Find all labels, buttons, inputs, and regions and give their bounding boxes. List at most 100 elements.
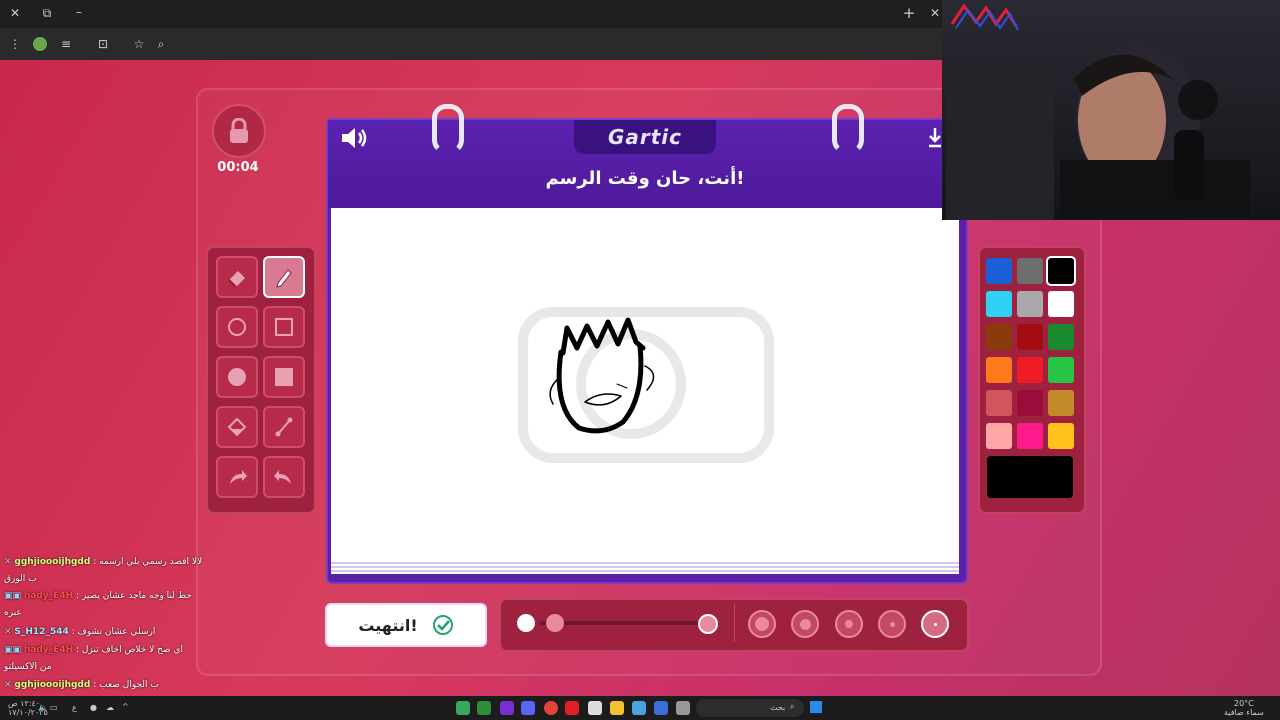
xbox-icon[interactable] <box>477 701 491 715</box>
eraser-icon <box>228 271 245 288</box>
webcam-feed <box>946 3 1250 220</box>
volume-icon[interactable]: 🔈 <box>38 703 48 712</box>
file-explorer-icon[interactable] <box>610 701 624 715</box>
square-filled-tool[interactable] <box>263 356 305 398</box>
color-swatch[interactable] <box>1048 291 1074 317</box>
new-tab-icon[interactable]: + <box>901 6 917 22</box>
brush-size-1[interactable] <box>921 610 949 638</box>
color-swatch[interactable] <box>1017 390 1043 416</box>
color-swatch[interactable] <box>986 357 1012 383</box>
color-swatch[interactable] <box>1048 324 1074 350</box>
bookmark-star-icon[interactable]: ☆ <box>131 37 147 53</box>
color-swatch[interactable] <box>986 390 1012 416</box>
color-swatch[interactable] <box>986 291 1012 317</box>
chat-message-cont: ب الورق <box>4 574 37 584</box>
panel-divider <box>734 604 735 642</box>
gartic-logo: Gartic <box>607 125 683 149</box>
square-outline-tool[interactable] <box>263 306 305 348</box>
draw-prompt-title: أنت، حان وقت الرسم! <box>545 168 745 189</box>
chrome-icon[interactable] <box>544 701 558 715</box>
color-swatch[interactable] <box>986 423 1012 449</box>
square-outline-icon <box>275 318 293 336</box>
network-icon[interactable]: ▭ <box>50 703 58 712</box>
tab-close-icon[interactable]: ✕ <box>927 6 943 22</box>
fill-bucket-tool[interactable] <box>216 406 258 448</box>
weather-temp[interactable]: 20°C <box>1234 699 1254 708</box>
brush-size-4[interactable] <box>791 610 819 638</box>
chat-message: ✕ gghjioooijhgdd : ب الجوال صعب <box>4 680 159 690</box>
color-swatch[interactable] <box>1017 258 1043 284</box>
app-icon[interactable] <box>632 701 646 715</box>
weather-desc[interactable]: سماء صافية <box>1224 708 1264 717</box>
circle-outline-tool[interactable] <box>216 306 258 348</box>
download-icon[interactable] <box>928 128 942 148</box>
opacity-slider-track[interactable] <box>540 621 700 625</box>
brush-size-5[interactable] <box>748 610 776 638</box>
lock-button[interactable] <box>212 104 266 158</box>
language-indicator[interactable]: ع <box>72 703 77 712</box>
color-swatch[interactable] <box>1017 357 1043 383</box>
brush-size-3[interactable] <box>835 610 863 638</box>
clock-time[interactable]: ١٢:٤٠ ص <box>8 699 40 708</box>
mic-icon[interactable]: ● <box>90 703 97 712</box>
line-tool[interactable] <box>263 406 305 448</box>
brush-size-2[interactable] <box>878 610 906 638</box>
color-swatch[interactable] <box>1048 390 1074 416</box>
sound-button[interactable] <box>340 126 368 154</box>
binder-ring-left <box>432 104 464 154</box>
color-swatch[interactable] <box>1048 423 1074 449</box>
extension-icon[interactable] <box>33 37 47 51</box>
search-icon[interactable]: ⌕ <box>153 37 169 53</box>
search-icon: ⌕ <box>790 702 795 711</box>
timer: 00:04 <box>217 160 259 175</box>
color-swatch[interactable] <box>1017 423 1043 449</box>
circle-filled-tool[interactable] <box>216 356 258 398</box>
opacity-slider-handle[interactable] <box>546 614 564 632</box>
app-icon[interactable] <box>500 701 514 715</box>
taskbar-search-box[interactable] <box>696 699 804 717</box>
color-swatch[interactable] <box>1046 256 1076 286</box>
speaker-icon <box>342 128 367 148</box>
opacity-min-dot <box>517 614 535 632</box>
app-icon[interactable] <box>456 701 470 715</box>
color-swatch[interactable] <box>986 258 1012 284</box>
circle-filled-icon <box>228 368 246 386</box>
current-color-preview <box>987 456 1073 498</box>
paper-edge <box>331 560 959 574</box>
drawing-canvas[interactable] <box>331 208 959 560</box>
redo-tool[interactable] <box>263 456 305 498</box>
discord-icon[interactable] <box>521 701 535 715</box>
reading-list-icon[interactable]: ≡ <box>58 37 74 53</box>
fill-bucket-icon <box>227 417 247 437</box>
color-swatch[interactable] <box>986 324 1012 350</box>
undo-tool[interactable] <box>216 456 258 498</box>
pencil-tool[interactable] <box>263 256 305 298</box>
color-swatch[interactable] <box>1017 324 1043 350</box>
windows-start-icon[interactable] <box>810 701 822 713</box>
tray-expand-icon[interactable]: ^ <box>122 702 129 711</box>
taskbar-search-label: بحث <box>770 703 786 712</box>
line-icon <box>275 417 293 437</box>
webcam-overlay <box>942 0 1280 220</box>
color-swatch[interactable] <box>1017 291 1043 317</box>
gartic-logo-tab: Gartic <box>574 120 716 154</box>
checkmark-icon <box>432 615 453 635</box>
task-view-icon[interactable] <box>676 701 690 715</box>
chat-message: ▣▣ hady_E4H : اي صح لا خلاص اخاف تنزل <box>4 645 183 655</box>
close-icon[interactable]: ✕ <box>7 6 23 22</box>
undo-icon <box>230 470 247 484</box>
restore-icon[interactable]: ⧉ <box>39 6 55 22</box>
app-icon[interactable] <box>654 701 668 715</box>
menu-dots-icon[interactable]: ⋮ <box>7 37 23 53</box>
app-icon[interactable] <box>565 701 579 715</box>
square-filled-icon <box>275 368 293 386</box>
swatch-grid <box>986 256 1076 449</box>
app-icon[interactable] <box>588 701 602 715</box>
cloud-icon[interactable]: ☁ <box>106 703 114 712</box>
minimize-icon[interactable]: – <box>71 5 87 21</box>
color-swatch[interactable] <box>1048 357 1074 383</box>
done-button[interactable]: انتهيت! <box>325 603 487 647</box>
eraser-tool[interactable] <box>216 256 258 298</box>
lock-icon <box>230 118 248 143</box>
extensions-puzzle-icon[interactable]: ⊡ <box>95 37 111 53</box>
